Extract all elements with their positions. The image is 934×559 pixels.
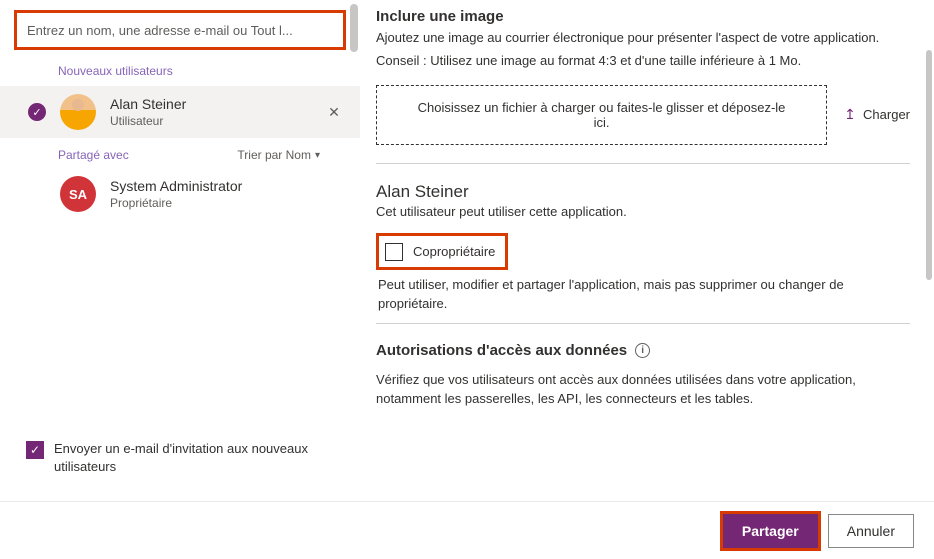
divider — [376, 163, 910, 164]
chevron-down-icon: ▾ — [315, 150, 320, 161]
cancel-button[interactable]: Annuler — [828, 514, 914, 548]
check-icon: ✓ — [28, 103, 46, 121]
user-row-alan[interactable]: ✓ Alan Steiner Utilisateur ✕ — [0, 86, 360, 138]
search-input[interactable]: Entrez un nom, une adresse e-mail ou Tou… — [14, 10, 346, 50]
footer: Partager Annuler — [0, 501, 934, 559]
include-image-tip: Conseil : Utilisez une image au format 4… — [376, 52, 910, 71]
coowner-label: Copropriétaire — [413, 244, 495, 259]
coowner-checkbox[interactable]: ✓ — [385, 243, 403, 261]
left-panel: Entrez un nom, une adresse e-mail ou Tou… — [0, 0, 360, 500]
new-users-label: Nouveaux utilisateurs — [0, 56, 360, 86]
detail-user-desc: Cet utilisateur peut utiliser cette appl… — [376, 204, 910, 219]
permissions-heading: Autorisations d'accès aux données — [376, 342, 627, 359]
scrollbar[interactable] — [350, 4, 358, 52]
sort-button[interactable]: Trier par Nom ▾ — [237, 148, 320, 162]
upload-button[interactable]: ↥ Charger — [843, 85, 910, 145]
include-image-heading: Inclure une image — [376, 8, 910, 25]
permissions-desc: Vérifiez que vos utilisateurs ont accès … — [376, 371, 910, 409]
file-dropzone[interactable]: Choisissez un fichier à charger ou faite… — [376, 85, 827, 145]
include-image-desc: Ajoutez une image au courrier électroniq… — [376, 29, 910, 48]
right-panel: Inclure une image Ajoutez une image au c… — [360, 0, 934, 500]
coowner-desc: Peut utiliser, modifier et partager l'ap… — [376, 276, 910, 314]
user-name: System Administrator — [110, 178, 346, 194]
detail-user-name: Alan Steiner — [376, 182, 910, 202]
coowner-option[interactable]: ✓ Copropriétaire — [376, 233, 508, 270]
scrollbar[interactable] — [926, 50, 932, 280]
user-name: Alan Steiner — [110, 96, 308, 112]
share-button[interactable]: Partager — [723, 514, 818, 548]
avatar — [60, 94, 96, 130]
invite-label: Envoyer un e-mail d'invitation aux nouve… — [54, 440, 342, 476]
user-role: Propriétaire — [110, 196, 346, 210]
divider — [376, 323, 910, 324]
user-role: Utilisateur — [110, 114, 308, 128]
avatar: SA — [60, 176, 96, 212]
shared-with-label: Partagé avec — [58, 148, 129, 162]
invite-checkbox[interactable]: ✓ — [26, 441, 44, 459]
user-row-sa[interactable]: SA System Administrator Propriétaire — [0, 168, 360, 220]
upload-icon: ↥ — [843, 108, 857, 122]
remove-user-button[interactable]: ✕ — [322, 104, 346, 121]
info-icon[interactable]: i — [635, 343, 650, 358]
